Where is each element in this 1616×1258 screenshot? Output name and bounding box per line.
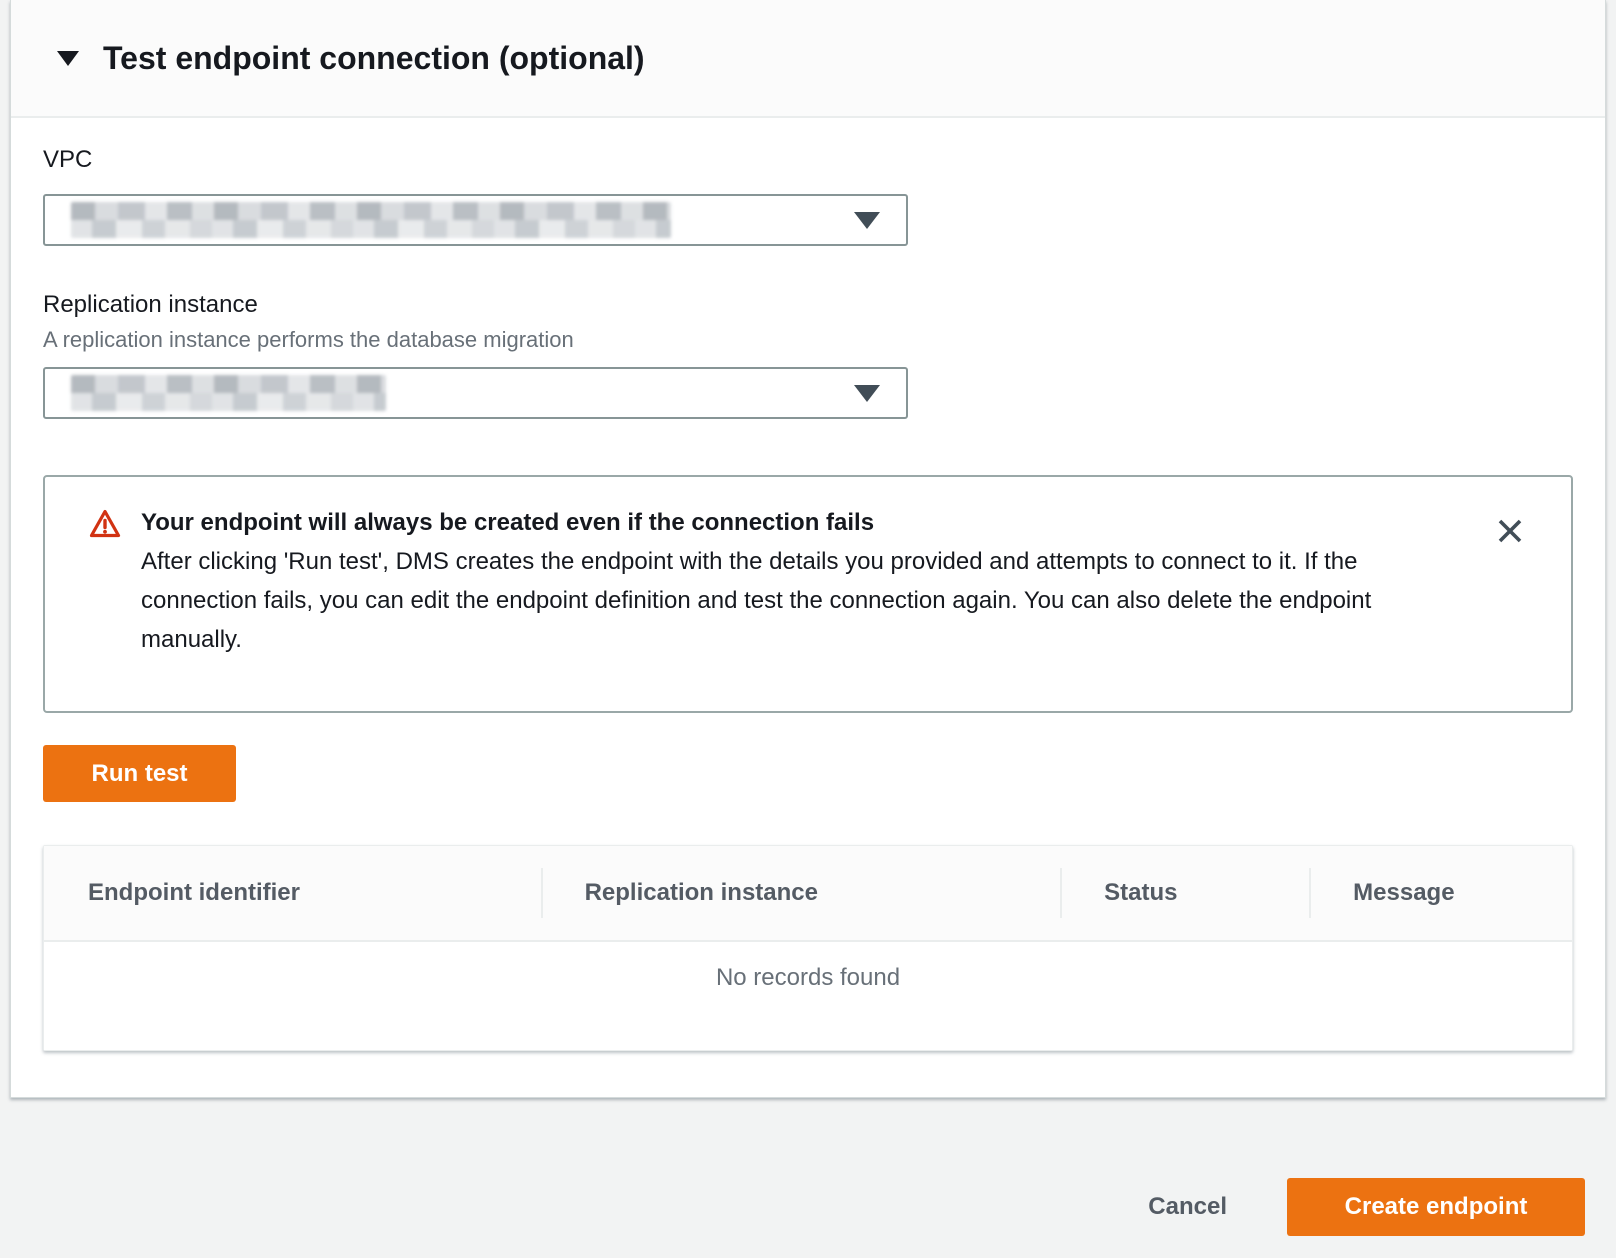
- warning-triangle-icon: [89, 508, 121, 691]
- replication-instance-select[interactable]: [43, 367, 908, 419]
- alert-close-button[interactable]: [1489, 511, 1531, 553]
- column-header-replication-instance: Replication instance: [541, 879, 1061, 907]
- section-title: Test endpoint connection (optional): [103, 40, 645, 77]
- connection-warning-alert: Your endpoint will always be created eve…: [43, 475, 1573, 713]
- replication-instance-label: Replication instance: [43, 291, 1573, 319]
- table-header-row: Endpoint identifier Replication instance…: [44, 846, 1572, 942]
- vpc-label: VPC: [43, 146, 1573, 174]
- caret-down-icon: [854, 212, 880, 229]
- replication-instance-field: Replication instance A replication insta…: [43, 291, 1573, 419]
- table-body: No records found: [44, 942, 1572, 1050]
- alert-title: Your endpoint will always be created eve…: [141, 503, 1441, 542]
- triangle-down-icon: [57, 51, 79, 66]
- replication-instance-description: A replication instance performs the data…: [43, 327, 1573, 353]
- redacted-value: [71, 375, 386, 411]
- column-header-status: Status: [1060, 879, 1309, 907]
- test-endpoint-connection-panel: Test endpoint connection (optional) VPC …: [10, 0, 1606, 1098]
- column-header-message: Message: [1309, 879, 1572, 907]
- close-icon: [1495, 534, 1525, 549]
- vpc-select[interactable]: [43, 194, 908, 246]
- caret-down-icon: [854, 385, 880, 402]
- column-header-endpoint-identifier: Endpoint identifier: [44, 879, 541, 907]
- create-endpoint-button[interactable]: Create endpoint: [1287, 1178, 1585, 1236]
- alert-body: After clicking 'Run test', DMS creates t…: [141, 542, 1441, 659]
- run-test-button[interactable]: Run test: [43, 745, 236, 802]
- redacted-value: [71, 202, 671, 238]
- empty-state-message: No records found: [716, 964, 900, 992]
- test-results-table: Endpoint identifier Replication instance…: [43, 845, 1573, 1051]
- cancel-button[interactable]: Cancel: [1148, 1193, 1227, 1221]
- section-content: VPC Replication instance A replication i…: [11, 146, 1605, 1051]
- form-footer: Cancel Create endpoint: [0, 1100, 1616, 1258]
- vpc-field: VPC: [43, 146, 1573, 246]
- alert-text: Your endpoint will always be created eve…: [141, 503, 1441, 691]
- section-header[interactable]: Test endpoint connection (optional): [11, 0, 1605, 118]
